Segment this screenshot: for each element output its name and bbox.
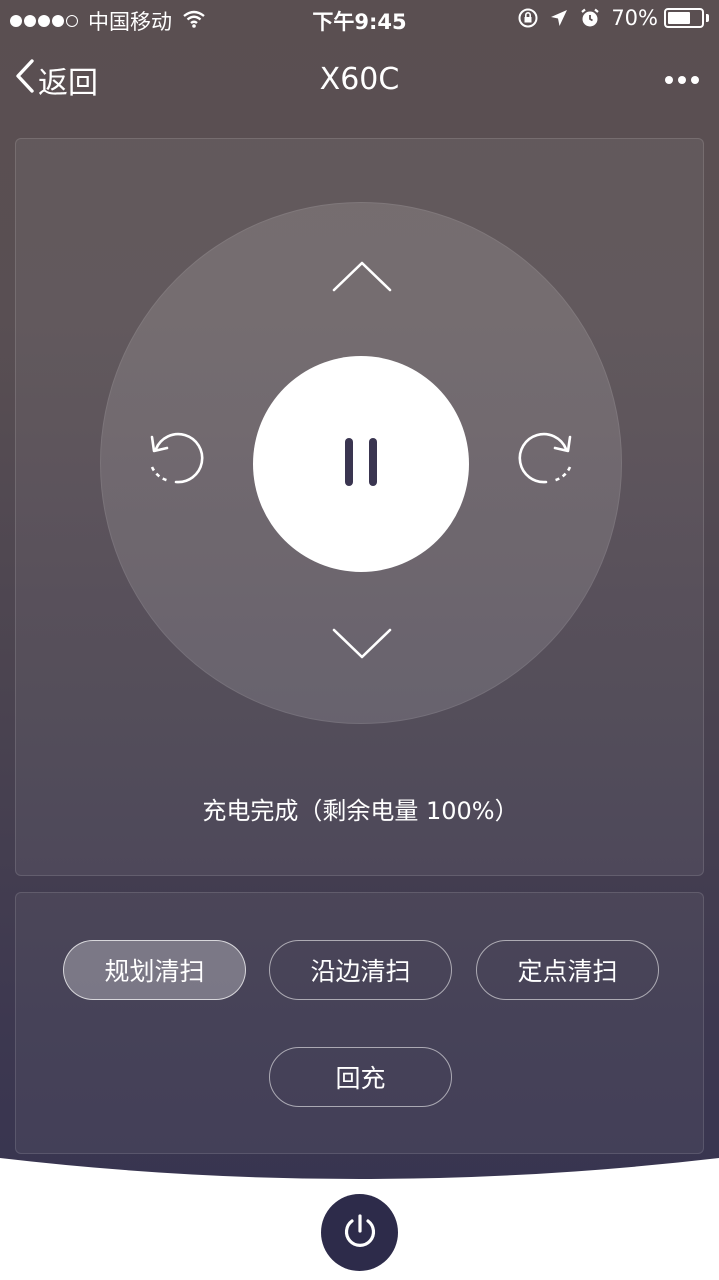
charging-status: 充电完成（剩余电量 100%） [202, 797, 519, 825]
power-icon [340, 1211, 380, 1255]
move-forward-button[interactable] [322, 253, 402, 303]
direction-pad [100, 202, 622, 724]
mode-button-planned-clean[interactable]: 规划清扫 [63, 940, 246, 1000]
location-icon [549, 8, 569, 28]
rotate-left-icon [145, 427, 207, 493]
battery-icon [664, 8, 709, 28]
navigation-bar: 返回 X60C [0, 48, 719, 114]
mode-button-edge-clean[interactable]: 沿边清扫 [269, 940, 452, 1000]
orientation-lock-icon [517, 7, 539, 29]
rotate-right-icon [515, 427, 577, 493]
app-screen: 中国移动 下午9:45 70% 返回 X60C 充电完成（剩余电量 100%） … [0, 0, 719, 1280]
mode-button-recharge[interactable]: 回充 [269, 1047, 452, 1107]
move-backward-button[interactable] [322, 621, 402, 671]
status-bar: 中国移动 下午9:45 70% [0, 0, 719, 40]
pause-icon [341, 434, 381, 494]
rotate-left-button[interactable] [141, 425, 211, 495]
control-panel: 充电完成（剩余电量 100%） [15, 138, 704, 876]
chevron-down-icon [331, 626, 393, 666]
mode-button-spot-clean[interactable]: 定点清扫 [476, 940, 659, 1000]
chevron-up-icon [331, 258, 393, 298]
power-button[interactable] [321, 1194, 398, 1271]
rotate-right-button[interactable] [511, 425, 581, 495]
alarm-icon [579, 7, 601, 29]
page-title: X60C [319, 62, 400, 97]
battery-percent: 70% [611, 6, 658, 30]
status-right: 70% [517, 6, 709, 30]
mode-panel: 规划清扫 沿边清扫 定点清扫 回充 [15, 892, 704, 1154]
pause-button[interactable] [253, 356, 469, 572]
more-icon[interactable] [660, 76, 699, 84]
